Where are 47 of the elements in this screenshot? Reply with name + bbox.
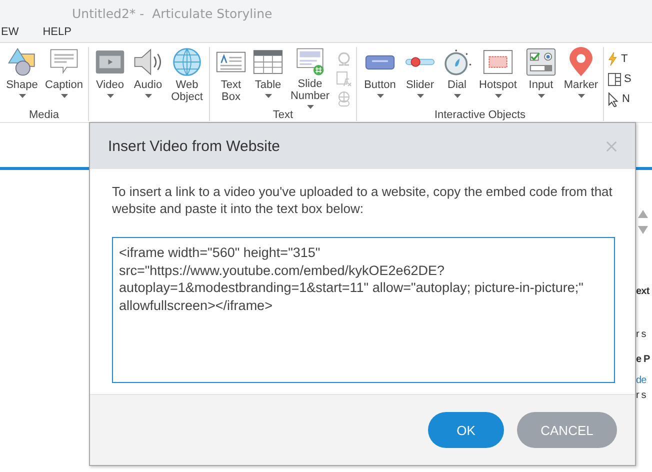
ribbon-tool-button[interactable]: Caption [42, 47, 86, 109]
ribbon-tool-button[interactable]: Shape [2, 47, 42, 109]
ribbon-tool-button[interactable]: Table [250, 47, 286, 109]
embed-code-field[interactable]: <iframe width="560" height="315" src="https://www.youtube.com/embed/kykOE2e62DE?autoplay=1&modestbranding=1&start=11" allow="autoplay; picture-in-picture;" allowfullscreen></iframe> [112, 237, 615, 383]
ribbon-tool-button[interactable]: Hotspot [475, 47, 521, 109]
ribbon-tool-button[interactable]: Input [521, 47, 561, 109]
ribbon-tool-button[interactable]: Slide Number [286, 47, 334, 109]
scroll-up-icon[interactable] [638, 210, 648, 218]
panel-text: r s [636, 390, 647, 401]
dial-icon [442, 47, 472, 77]
close-icon[interactable] [606, 140, 617, 152]
ribbon-tool-button[interactable]: Video [91, 47, 129, 109]
ribbon-tool-button[interactable]: Audio [129, 47, 167, 109]
ribbon-group-label: Text [272, 109, 294, 121]
table-icon [253, 47, 283, 77]
speaker-icon [133, 47, 163, 77]
scroll-down-icon[interactable] [638, 226, 648, 234]
window-title: Untitled2* - Articulate Storyline [72, 6, 272, 20]
menu-item[interactable]: EW [1, 26, 19, 38]
ribbon-tool-button[interactable]: Slider [401, 47, 439, 109]
ribbon-tool-button[interactable]: T [608, 51, 632, 67]
ribbon-tool-button[interactable]: Dial [439, 47, 475, 109]
panel-layout-icon [608, 72, 621, 86]
hotspot-icon [483, 47, 513, 77]
ribbon-tool-button[interactable]: Text Box [212, 47, 250, 109]
ribbon-tool-button[interactable]: Web Object [167, 47, 207, 109]
ribbon-group-label: Interactive Objects [434, 109, 526, 121]
cursor-icon [608, 92, 619, 106]
ribbon-tool-button[interactable]: S [608, 71, 632, 87]
ok-button[interactable]: OK [428, 412, 504, 448]
globe-icon [172, 47, 202, 77]
lightning-icon [608, 52, 618, 66]
slide-number-icon [295, 47, 325, 76]
form-controls-icon [526, 47, 556, 77]
ribbon-group-label: Media [29, 109, 59, 121]
instruction-text: To insert a link to a video you've uploaded to a website, copy the embed code from that website and paste it into the text box below: [112, 183, 613, 217]
panel-text: e P [636, 354, 651, 365]
speech-bubble-icon [49, 47, 79, 77]
panel-text: ext [636, 286, 650, 297]
ribbon-tool-button[interactable]: N [608, 91, 632, 107]
dialog-title: Insert Video from Website [108, 138, 280, 154]
menu-item[interactable]: HELP [42, 26, 72, 38]
ribbon-tool-button[interactable]: Marker [561, 47, 601, 109]
panel-text: de [636, 375, 648, 386]
panel-text: r s [636, 329, 647, 340]
shapes-icon [7, 47, 37, 77]
ribbon-tool-button[interactable]: Button [359, 47, 401, 109]
